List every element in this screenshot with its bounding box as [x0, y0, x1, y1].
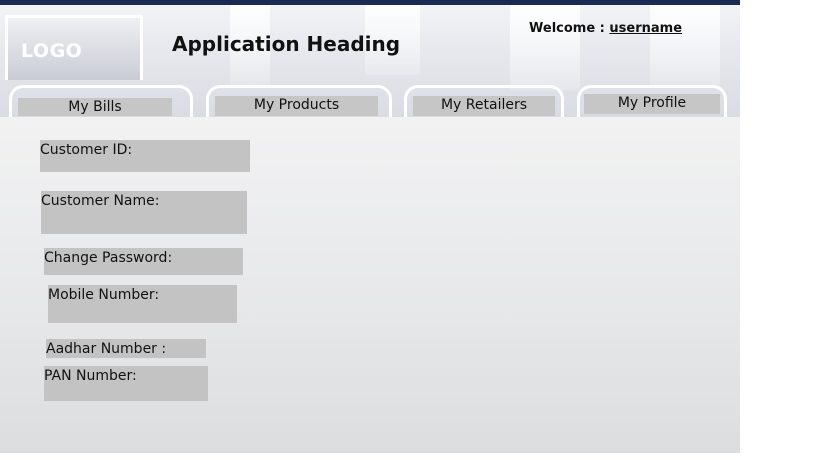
page: LOGO Application Heading Welcome : usern… — [0, 0, 819, 460]
tab-label: My Profile — [584, 94, 720, 114]
welcome-label: Welcome : — [529, 21, 605, 36]
tab-my-profile[interactable]: My Profile — [577, 85, 727, 117]
username-link[interactable]: username — [609, 21, 682, 36]
tab-my-bills[interactable]: My Bills — [9, 85, 193, 117]
aadhar-number-field[interactable]: Aadhar Number : — [46, 339, 206, 358]
change-password-field[interactable]: Change Password: — [44, 248, 243, 275]
customer-name-label: Customer Name: — [41, 193, 160, 209]
mobile-number-label: Mobile Number: — [48, 287, 160, 303]
customer-id-label: Customer ID: — [40, 142, 133, 158]
mobile-number-field[interactable]: Mobile Number: — [48, 285, 237, 323]
header: LOGO Application Heading Welcome : usern… — [0, 0, 740, 117]
customer-id-field[interactable]: Customer ID: — [40, 140, 250, 172]
tab-label: My Products — [215, 96, 378, 116]
header-decoration — [510, 5, 580, 90]
customer-name-field[interactable]: Customer Name: — [41, 191, 247, 234]
header-decoration — [650, 5, 720, 85]
logo-text: LOGO — [21, 40, 83, 62]
tab-my-products[interactable]: My Products — [206, 85, 392, 117]
tab-my-retailers[interactable]: My Retailers — [404, 85, 564, 117]
change-password-label: Change Password: — [44, 250, 173, 266]
tab-label: My Bills — [18, 98, 172, 116]
welcome-message: Welcome : username — [529, 21, 682, 36]
pan-number-label: PAN Number: — [44, 368, 137, 384]
pan-number-field[interactable]: PAN Number: — [44, 366, 208, 401]
app-heading: Application Heading — [172, 32, 401, 56]
tab-label: My Retailers — [413, 96, 555, 116]
profile-content: Customer ID: Customer Name: Change Passw… — [0, 117, 740, 453]
aadhar-number-label: Aadhar Number : — [46, 341, 167, 357]
